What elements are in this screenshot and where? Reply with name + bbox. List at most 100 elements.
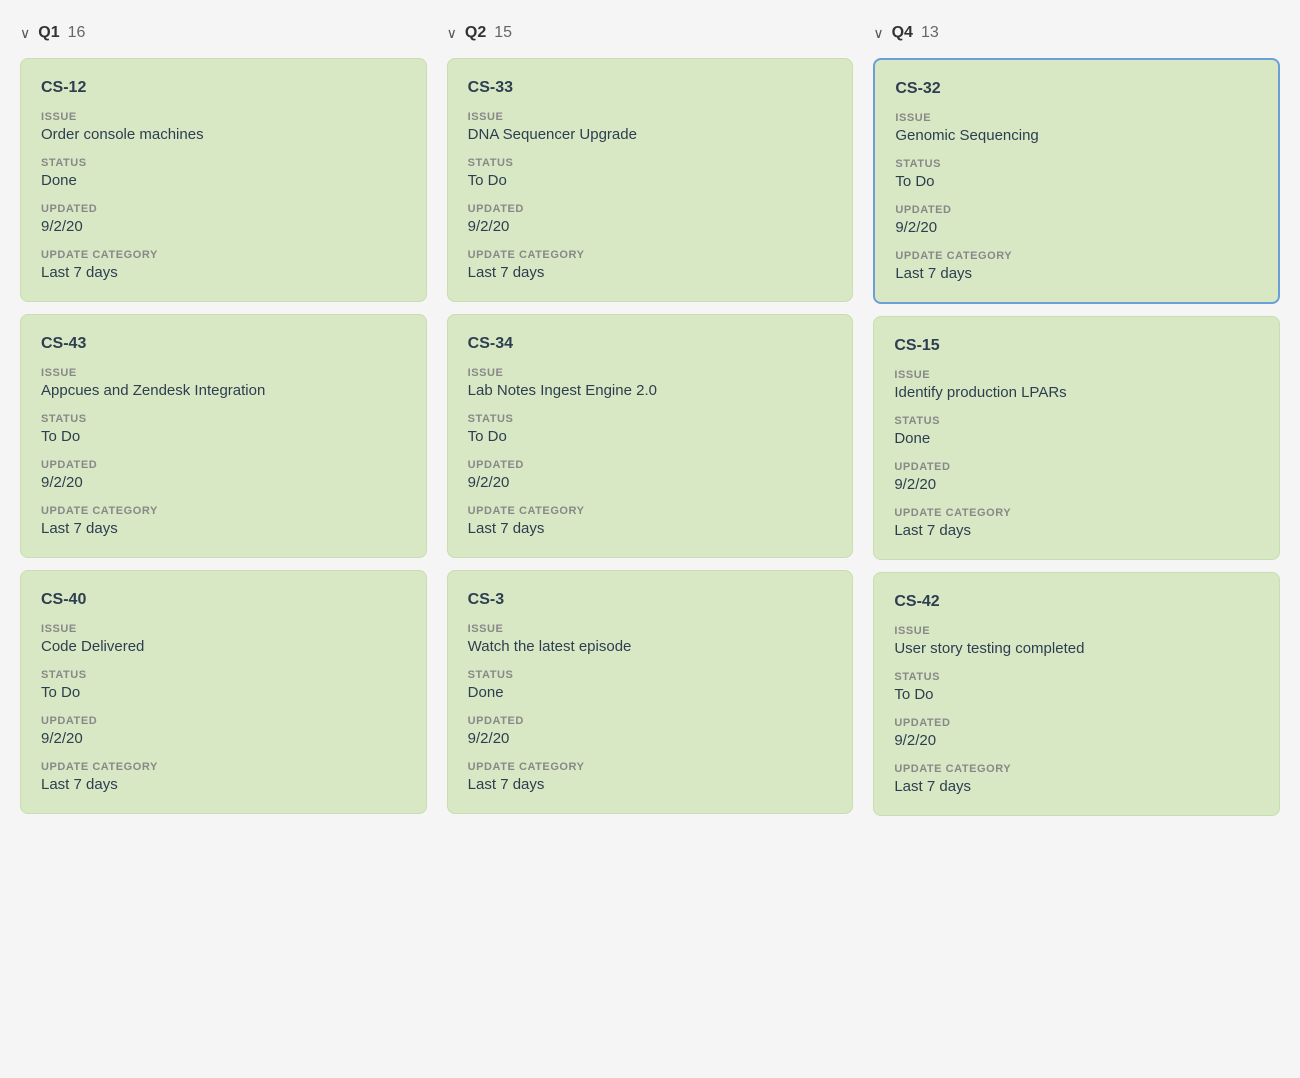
column-header-q1[interactable]: ∨ Q1 16 bbox=[20, 20, 427, 46]
issue-label: ISSUE bbox=[468, 111, 833, 123]
chevron-down-icon[interactable]: ∨ bbox=[447, 25, 457, 42]
card-id: CS-33 bbox=[468, 79, 833, 97]
issue-value: Lab Notes Ingest Engine 2.0 bbox=[468, 382, 833, 399]
status-label: STATUS bbox=[468, 157, 833, 169]
chevron-down-icon[interactable]: ∨ bbox=[873, 25, 883, 42]
updated-label: UPDATED bbox=[894, 461, 1259, 473]
update-category-value: Last 7 days bbox=[895, 265, 1258, 282]
status-label: STATUS bbox=[468, 413, 833, 425]
issue-label: ISSUE bbox=[895, 112, 1258, 124]
updated-value: 9/2/20 bbox=[41, 474, 406, 491]
updated-value: 9/2/20 bbox=[468, 218, 833, 235]
issue-value: Genomic Sequencing bbox=[895, 127, 1258, 144]
updated-label: UPDATED bbox=[41, 203, 406, 215]
card[interactable]: CS-33 ISSUE DNA Sequencer Upgrade STATUS To … bbox=[447, 58, 854, 302]
cards-list: CS-12 ISSUE Order console machines STATUS Do… bbox=[20, 58, 427, 814]
update-category-label: UPDATE CATEGORY bbox=[895, 250, 1258, 262]
updated-value: 9/2/20 bbox=[41, 730, 406, 747]
card-id: CS-15 bbox=[894, 337, 1259, 355]
update-category-label: UPDATE CATEGORY bbox=[468, 505, 833, 517]
issue-value: User story testing completed bbox=[894, 640, 1259, 657]
updated-label: UPDATED bbox=[468, 459, 833, 471]
updated-label: UPDATED bbox=[468, 715, 833, 727]
column-label: Q2 bbox=[465, 24, 486, 42]
updated-label: UPDATED bbox=[895, 204, 1258, 216]
column-count: 13 bbox=[921, 24, 939, 42]
update-category-value: Last 7 days bbox=[41, 520, 406, 537]
update-category-label: UPDATE CATEGORY bbox=[41, 249, 406, 261]
status-value: To Do bbox=[41, 428, 406, 445]
column-header-q4[interactable]: ∨Q413 bbox=[873, 20, 1280, 46]
update-category-label: UPDATE CATEGORY bbox=[894, 507, 1259, 519]
status-label: STATUS bbox=[41, 669, 406, 681]
update-category-value: Last 7 days bbox=[468, 520, 833, 537]
status-value: To Do bbox=[894, 686, 1259, 703]
updated-label: UPDATED bbox=[41, 459, 406, 471]
status-value: To Do bbox=[468, 172, 833, 189]
update-category-label: UPDATE CATEGORY bbox=[41, 761, 406, 773]
card[interactable]: CS-12 ISSUE Order console machines STATUS Do… bbox=[20, 58, 427, 302]
status-value: To Do bbox=[468, 428, 833, 445]
column-count: 15 bbox=[494, 24, 512, 42]
update-category-value: Last 7 days bbox=[894, 778, 1259, 795]
columns-container: ∨ Q1 16 CS-12 ISSUE Order console machines STA… bbox=[20, 20, 1280, 816]
issue-label: ISSUE bbox=[894, 369, 1259, 381]
issue-label: ISSUE bbox=[41, 367, 406, 379]
issue-label: ISSUE bbox=[41, 111, 406, 123]
cards-list: CS-32 ISSUE Genomic Sequencing STATUS To Do U… bbox=[873, 58, 1280, 816]
card-id: CS-40 bbox=[41, 591, 406, 609]
update-category-label: UPDATE CATEGORY bbox=[468, 761, 833, 773]
issue-value: Watch the latest episode bbox=[468, 638, 833, 655]
column-header-q2[interactable]: ∨ Q2 15 bbox=[447, 20, 854, 46]
column-q2: ∨ Q2 15 CS-33 ISSUE DNA Sequencer Upgrade STAT… bbox=[447, 20, 854, 816]
update-category-value: Last 7 days bbox=[468, 264, 833, 281]
update-category-value: Last 7 days bbox=[468, 776, 833, 793]
updated-label: UPDATED bbox=[894, 717, 1259, 729]
issue-value: Appcues and Zendesk Integration bbox=[41, 382, 406, 399]
status-label: STATUS bbox=[468, 669, 833, 681]
update-category-value: Last 7 days bbox=[41, 264, 406, 281]
card-id: CS-43 bbox=[41, 335, 406, 353]
status-label: STATUS bbox=[41, 157, 406, 169]
card[interactable]: CS-40ISSUECode DeliveredSTATUSTo DoUPDAT… bbox=[20, 570, 427, 814]
updated-value: 9/2/20 bbox=[468, 730, 833, 747]
update-category-label: UPDATE CATEGORY bbox=[468, 249, 833, 261]
card-id: CS-3 bbox=[468, 591, 833, 609]
issue-value: Identify production LPARs bbox=[894, 384, 1259, 401]
card[interactable]: CS-42 ISSUE User story testing completed ST… bbox=[873, 572, 1280, 816]
status-label: STATUS bbox=[894, 671, 1259, 683]
update-category-value: Last 7 days bbox=[41, 776, 406, 793]
updated-label: UPDATED bbox=[41, 715, 406, 727]
chevron-down-icon[interactable]: ∨ bbox=[20, 25, 30, 42]
cards-list: CS-33 ISSUE DNA Sequencer Upgrade STATUS To … bbox=[447, 58, 854, 814]
issue-value: Code Delivered bbox=[41, 638, 406, 655]
column-label: Q1 bbox=[38, 24, 59, 42]
update-category-value: Last 7 days bbox=[894, 522, 1259, 539]
card[interactable]: CS-15ISSUEIdentify production LPARsSTATU… bbox=[873, 316, 1280, 560]
status-label: STATUS bbox=[895, 158, 1258, 170]
updated-value: 9/2/20 bbox=[895, 219, 1258, 236]
issue-label: ISSUE bbox=[468, 623, 833, 635]
card-id: CS-42 bbox=[894, 593, 1259, 611]
card[interactable]: CS-3ISSUEWatch the latest episodeSTATUSD… bbox=[447, 570, 854, 814]
updated-value: 9/2/20 bbox=[41, 218, 406, 235]
column-q4: ∨Q413 CS-32 ISSUE Genomic Sequencing STATUS T… bbox=[873, 20, 1280, 816]
issue-value: DNA Sequencer Upgrade bbox=[468, 126, 833, 143]
updated-value: 9/2/20 bbox=[894, 732, 1259, 749]
status-label: STATUS bbox=[41, 413, 406, 425]
status-value: Done bbox=[41, 172, 406, 189]
card-id: CS-34 bbox=[468, 335, 833, 353]
card[interactable]: CS-43 ISSUE Appcues and Zendesk Integratio… bbox=[20, 314, 427, 558]
column-count: 16 bbox=[68, 24, 86, 42]
card[interactable]: CS-32ISSUEGenomic SequencingSTATUSTo DoU… bbox=[873, 58, 1280, 304]
status-value: To Do bbox=[41, 684, 406, 701]
updated-value: 9/2/20 bbox=[894, 476, 1259, 493]
issue-value: Order console machines bbox=[41, 126, 406, 143]
updated-label: UPDATED bbox=[468, 203, 833, 215]
card-id: CS-32 bbox=[895, 80, 1258, 98]
card-id: CS-12 bbox=[41, 79, 406, 97]
update-category-label: UPDATE CATEGORY bbox=[894, 763, 1259, 775]
card[interactable]: CS-34ISSUELab Notes Ingest Engine 2.0STA… bbox=[447, 314, 854, 558]
update-category-label: UPDATE CATEGORY bbox=[41, 505, 406, 517]
issue-label: ISSUE bbox=[894, 625, 1259, 637]
